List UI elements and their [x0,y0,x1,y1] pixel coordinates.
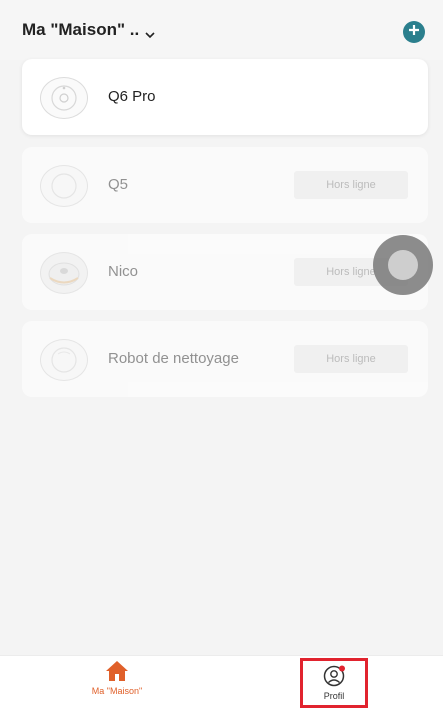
robot-vacuum-icon [40,339,88,381]
home-title: Ma "Maison" .. [22,20,140,39]
add-device-button[interactable] [403,21,425,43]
plus-icon [408,23,420,41]
top-bar: Ma "Maison" .. [0,0,443,60]
user-icon [322,665,346,689]
robot-vacuum-icon [40,77,88,119]
home-selector[interactable]: Ma "Maison" .. [22,20,155,40]
robot-vacuum-icon [40,165,88,207]
device-name: Nico [108,263,139,280]
assistive-touch-button[interactable] [373,235,433,295]
home-icon [105,660,129,684]
device-card-q6-pro[interactable]: Q6 Pro [22,59,428,135]
assistive-touch-icon [388,250,418,280]
device-name: Q5 [108,176,129,193]
device-name: Q6 Pro [108,88,156,105]
tab-profile-label: Profil [323,691,345,701]
device-card-q5[interactable]: Q5 Hors ligne [22,147,428,223]
tab-home-label: Ma "Maison" [91,686,143,696]
device-card-robot-de-nettoyage[interactable]: Robot de nettoyage Hors ligne [22,321,428,397]
device-name: Robot de nettoyage [108,350,239,367]
tab-profile[interactable]: Profil [300,658,368,708]
chevron-down-icon [145,25,155,39]
device-card-nico[interactable]: Nico Hors ligne [22,234,428,310]
status-badge: Hors ligne [294,171,408,199]
robot-vacuum-icon [40,252,88,294]
status-badge: Hors ligne [294,345,408,373]
bottom-tab-bar: Ma "Maison" Profil [0,655,443,714]
tab-home[interactable]: Ma "Maison" [82,660,152,696]
